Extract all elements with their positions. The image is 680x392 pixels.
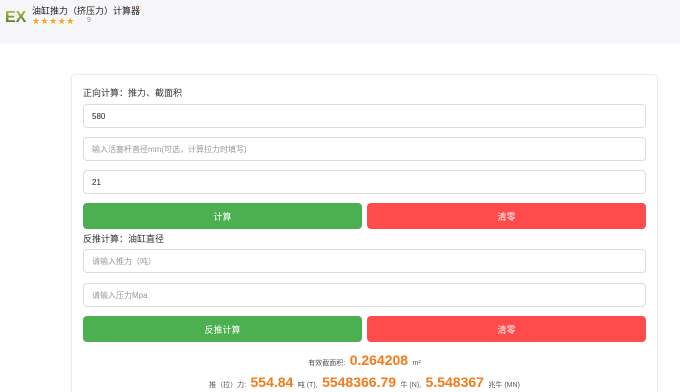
thrust-label: 推（拉）力: [209, 382, 247, 389]
area-value: 0.264208 [349, 352, 409, 368]
thrust-newton-unit: 牛 (N), [400, 382, 422, 389]
logo-text: EX [5, 9, 27, 26]
forward-section-title: 正向计算：推力、截面积 [83, 88, 183, 98]
calculate-button[interactable]: 计算 [83, 203, 362, 229]
thrust-newton-value: 5548366.79 [322, 374, 397, 390]
thrust-mn-unit: 兆牛 (MN) [488, 382, 520, 389]
area-result: 有效截面积: 0.264208 m² [83, 352, 646, 370]
app-logo: EX [5, 9, 27, 26]
favorite-heart-icon[interactable]: ♡ [135, 4, 143, 15]
thrust-ton-value: 554.84 [250, 374, 294, 390]
rating-count: 9 [87, 17, 91, 24]
rod-diameter-input[interactable] [83, 137, 646, 161]
clear-button[interactable]: 清零 [367, 203, 646, 229]
bore-diameter-input[interactable] [83, 104, 646, 128]
pressure-input[interactable] [83, 170, 646, 194]
reverse-calculate-button[interactable]: 反推计算 [83, 316, 362, 342]
reverse-clear-button[interactable]: 清零 [367, 316, 646, 342]
reverse-pressure-input[interactable] [83, 283, 646, 307]
area-label: 有效截面积: [308, 360, 346, 367]
rating-stars-icon: ★★★★★ [32, 16, 75, 26]
app-header: EX 油缸推力（挤压力）计算器 ♡ ★★★★★ 9 [0, 0, 680, 44]
thrust-mn-value: 5.548367 [425, 374, 484, 390]
thrust-result: 推（拉）力: 554.84 吨 (T), 5548366.79 牛 (N), 5… [83, 374, 646, 392]
thrust-tons-input[interactable] [83, 249, 646, 273]
thrust-ton-unit: 吨 (T), [297, 382, 318, 389]
area-unit: m² [412, 360, 421, 367]
reverse-section-title: 反推计算：油缸直径 [83, 234, 165, 244]
